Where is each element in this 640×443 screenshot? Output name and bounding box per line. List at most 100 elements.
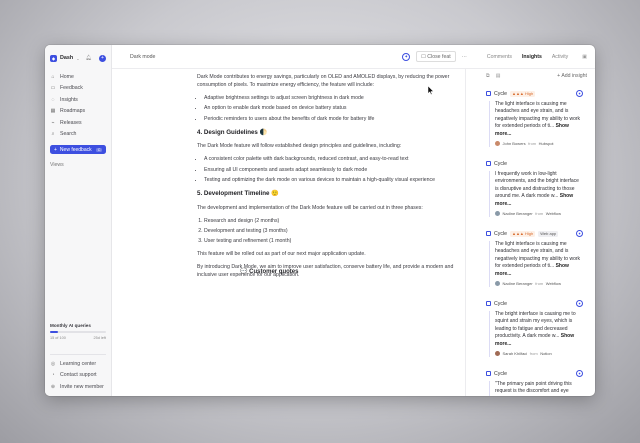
contact-support-link[interactable]: ◔ Contact support	[50, 370, 106, 382]
rocket-icon: ⌁	[51, 119, 55, 126]
insight-card[interactable]: Cycle ▲▲▲ High ✦ The light interface is …	[486, 89, 583, 147]
feature-document[interactable]: Dark Mode contributes to energy savings,…	[112, 69, 465, 396]
home-icon: ⌂	[51, 73, 55, 80]
author: Nadine Beranger from Webflow	[495, 281, 583, 287]
avatar	[495, 351, 500, 357]
workspace-logo-icon: ◆	[50, 54, 57, 62]
sidebar-nav: ⌂ Home ▭ Feedback ◌ Insights ▦ Roadmaps ⌁ Rel…	[50, 71, 106, 140]
chevron-down-icon: ⌄	[76, 55, 80, 61]
insights-panel: ⧉ ▤ + Add insight Cycle ▲▲▲ High ✦ The l…	[465, 69, 595, 396]
ai-icon[interactable]: ✦	[576, 230, 583, 237]
cycle-icon	[486, 161, 491, 166]
compose-icon[interactable]: +	[99, 54, 106, 62]
footer-label: Invite new member	[60, 383, 104, 390]
list-item: Development and testing (3 months)	[204, 227, 455, 235]
phases-list: Research and design (2 months) Developme…	[197, 217, 455, 246]
author-name: Nadine Beranger	[502, 280, 533, 286]
mouse-cursor-icon	[428, 86, 434, 95]
ai-icon[interactable]: ✦	[576, 370, 583, 377]
footer-label: Contact support	[60, 372, 97, 379]
sidebar-item-home[interactable]: ⌂ Home	[50, 71, 106, 83]
priority-label: High	[524, 91, 534, 96]
tab-activity[interactable]: Activity	[552, 51, 568, 63]
breadcrumb[interactable]: Dark mode	[130, 54, 155, 60]
energy-features-list: Adaptive brightness settings to adjust s…	[197, 94, 455, 123]
company-name: Hubspot	[538, 140, 554, 146]
customer-quotes-heading: 💬 Customer quotes	[240, 269, 299, 275]
add-insight-button[interactable]: + Add insight	[557, 73, 587, 79]
sidebar-item-label: Insights	[60, 96, 78, 103]
close-feature-label: Close feat	[427, 53, 451, 60]
ai-quota: Monthly AI queries 15 of 100 25d left	[50, 323, 106, 340]
card-source: Cycle	[494, 160, 507, 167]
insight-card[interactable]: Cycle I frequently work in low-light env…	[486, 159, 583, 217]
copy-icon[interactable]: ⧉	[486, 73, 490, 80]
company-name: Webflow	[545, 210, 562, 216]
section-heading-timeline: 5. Development Timeline 🙂	[197, 189, 279, 197]
insight-quote: "The primary pain point driving this req…	[489, 381, 583, 396]
sidebar-item-label: Feedback	[60, 85, 83, 92]
ai-icon[interactable]: ✦	[576, 90, 583, 97]
bell-icon[interactable]: 🔔︎	[86, 55, 92, 61]
insight-card[interactable]: Cycle ✦ The bright interface is causing …	[486, 299, 583, 357]
lightbulb-icon: ◌	[51, 96, 55, 103]
sidebar-item-roadmaps[interactable]: ▦ Roadmaps	[50, 106, 106, 118]
sidebar-item-releases[interactable]: ⌁ Releases	[50, 117, 106, 129]
avatar	[495, 281, 500, 287]
doc-paragraph: The development and implementation of th…	[197, 204, 423, 211]
shortcut-badge: C	[96, 147, 102, 152]
topbar: Dark mode ✦ ☐ Close feat ··· Comments In…	[112, 45, 595, 69]
tab-comments[interactable]: Comments	[487, 51, 512, 63]
panel-tabs: Comments Insights Activity	[487, 51, 568, 63]
close-feature-button[interactable]: ☐ Close feat	[416, 51, 456, 62]
list-item: Testing and optimizing the dark mode on …	[204, 176, 455, 184]
avatar	[495, 211, 500, 217]
priority-badge: ▲▲▲ High	[509, 90, 536, 97]
platform-badge: Web app	[538, 230, 559, 237]
section-heading-design: 4. Design Guidelines 🌓	[197, 128, 268, 136]
cycle-icon	[486, 91, 491, 96]
learning-center-link[interactable]: ◎ Learning center	[50, 358, 106, 370]
quota-reset: 25d left	[93, 335, 106, 340]
sidebar: ◆ Dash ⌄ 🔔︎ + ⌂ Home ▭ Feedback ◌ Insights …	[45, 45, 112, 396]
sidebar-item-label: Search	[60, 131, 77, 138]
sidebar-item-label: Releases	[60, 119, 82, 126]
list-item: An option to enable dark mode based on d…	[204, 104, 455, 112]
quota-progress-fill	[50, 331, 59, 333]
workspace-switcher[interactable]: ◆ Dash ⌄ 🔔︎ +	[50, 52, 106, 64]
invite-member-link[interactable]: ⊕ Invite new member	[50, 381, 106, 393]
panel-toggle-icon[interactable]: ▣	[582, 54, 587, 60]
card-source: Cycle	[494, 370, 507, 377]
inbox-icon: ▭	[50, 85, 56, 92]
chat-icon: ◔	[51, 372, 55, 379]
views-section[interactable]: Views	[50, 162, 106, 168]
user-plus-icon: ⊕	[50, 383, 56, 390]
sidebar-item-feedback[interactable]: ▭ Feedback	[50, 83, 106, 95]
insight-card[interactable]: Cycle ▲▲▲ High Web app ✦ The light inter…	[486, 229, 583, 287]
document-icon[interactable]: ▤	[496, 73, 501, 79]
list-item: Periodic reminders to users about the be…	[204, 115, 455, 123]
sidebar-item-search[interactable]: ⌕ Search	[50, 129, 106, 141]
ai-icon[interactable]: ✦	[576, 300, 583, 307]
company-name: Notion	[540, 350, 552, 356]
insight-card[interactable]: Cycle ✦ "The primary pain point driving …	[486, 369, 583, 396]
author-name: Nadine Beranger	[502, 210, 533, 216]
author-name: Sarah Khilfaci	[502, 350, 528, 356]
quota-title: Monthly AI queries	[50, 323, 91, 328]
guidelines-list: A consistent color palette with dark bac…	[197, 155, 455, 184]
new-feedback-button[interactable]: + New feedback C	[50, 145, 106, 154]
company-name: Webflow	[545, 280, 562, 286]
list-item: User testing and refinement (1 month)	[204, 237, 455, 245]
book-icon: ◎	[50, 360, 56, 367]
sidebar-footer: ◎ Learning center ◔ Contact support ⊕ Invit…	[50, 354, 106, 393]
cycle-icon	[486, 371, 491, 376]
insight-quote: I frequently work in low-light environme…	[489, 171, 583, 217]
avatar	[495, 141, 500, 147]
workspace-name: Dash	[60, 55, 74, 61]
more-options-icon[interactable]: ···	[462, 54, 467, 60]
doc-paragraph: Dark Mode contributes to energy savings,…	[197, 74, 450, 89]
ai-assistant-icon[interactable]: ✦	[402, 52, 411, 61]
doc-paragraph: This feature will be rolled out as part …	[197, 251, 366, 258]
sidebar-item-insights[interactable]: ◌ Insights	[50, 94, 106, 106]
tab-insights[interactable]: Insights	[522, 51, 542, 63]
